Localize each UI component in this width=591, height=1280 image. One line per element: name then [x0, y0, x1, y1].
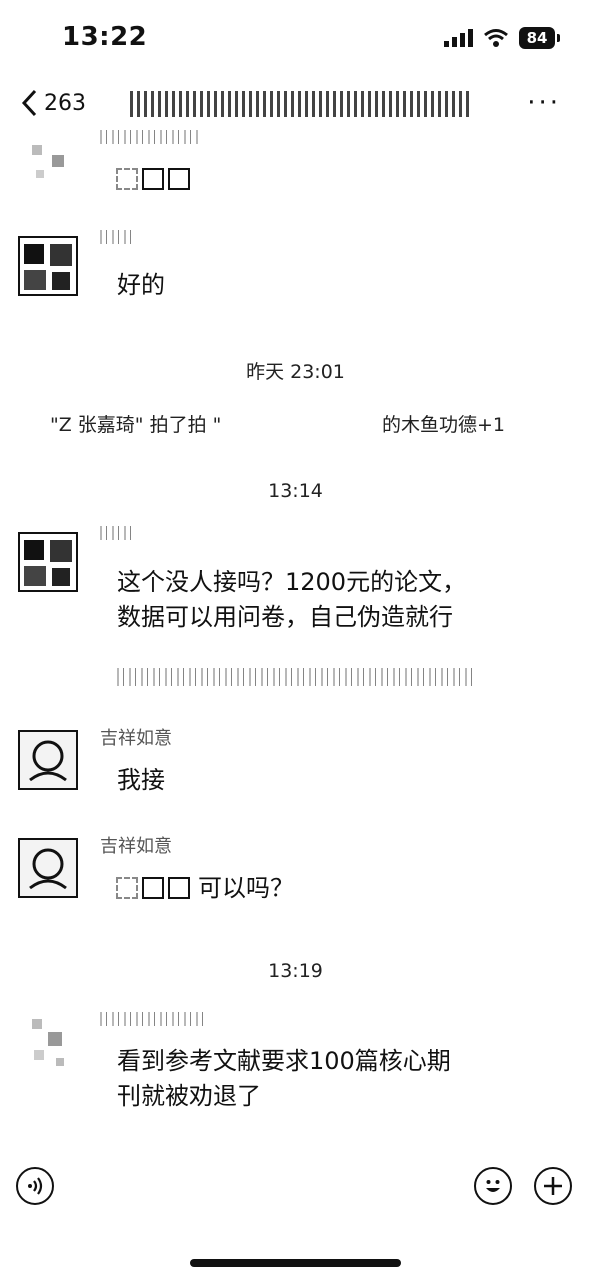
home-indicator[interactable] [190, 1259, 401, 1267]
message-line: 看到参考文献要求100篇核心期 [117, 1047, 451, 1075]
back-button[interactable]: 263 [20, 88, 86, 118]
chat-title[interactable] [130, 88, 480, 120]
status-time: 13:22 [62, 22, 148, 52]
message-line: 刊就被劝退了 [117, 1082, 261, 1110]
timestamp: 13:19 [268, 960, 323, 982]
pat-notice-right: 的木鱼功德+1 [382, 414, 506, 436]
timestamp: 13:14 [268, 480, 323, 502]
emoji-icon [486, 1180, 500, 1192]
avatar[interactable] [22, 140, 82, 200]
avatar[interactable] [18, 532, 78, 592]
emoji-sticker [116, 168, 190, 190]
voice-icon [28, 1177, 43, 1195]
plus-button[interactable] [534, 1167, 572, 1205]
emoji-button[interactable] [474, 1167, 512, 1205]
message-row: 可以吗？ [116, 871, 294, 905]
sender-name-text: 吉祥如意 [100, 728, 172, 749]
sender-name: 吉祥如意 [100, 724, 172, 750]
battery-indicator: 84 [519, 27, 560, 49]
signal-icon [444, 29, 473, 47]
status-icons: 84 [443, 24, 560, 52]
avatar[interactable] [18, 730, 78, 790]
sender-name [100, 1012, 208, 1026]
battery-level: 84 [526, 29, 548, 47]
sender-name-text: 吉祥如意 [100, 836, 172, 857]
message-text: 可以吗？ [198, 874, 294, 902]
emoji-sticker [116, 877, 190, 899]
timestamp: 昨天 23:01 [246, 361, 345, 383]
message-text: 我接 [117, 766, 165, 794]
avatar[interactable] [18, 838, 78, 898]
voice-button[interactable] [16, 1167, 54, 1205]
chevron-left-icon [21, 89, 37, 117]
quoted-reference[interactable] [117, 668, 477, 686]
sender-name [100, 230, 136, 244]
plus-icon [544, 1177, 562, 1195]
back-count: 263 [44, 90, 86, 116]
more-dots-icon[interactable]: ··· [527, 88, 561, 118]
sender-name [100, 526, 136, 540]
message-line: 数据可以用问卷，自己伪造就行 [117, 603, 453, 631]
sender-name [100, 130, 200, 144]
message-text: 好的 [117, 271, 165, 299]
avatar[interactable] [18, 236, 78, 296]
sender-name: 吉祥如意 [100, 832, 172, 858]
avatar[interactable] [22, 1014, 82, 1074]
wifi-icon [484, 29, 508, 47]
message-line: 这个没人接吗？1200元的论文， [117, 568, 467, 596]
pat-notice-left: "Z 张嘉琦" 拍了拍 " [50, 414, 222, 436]
